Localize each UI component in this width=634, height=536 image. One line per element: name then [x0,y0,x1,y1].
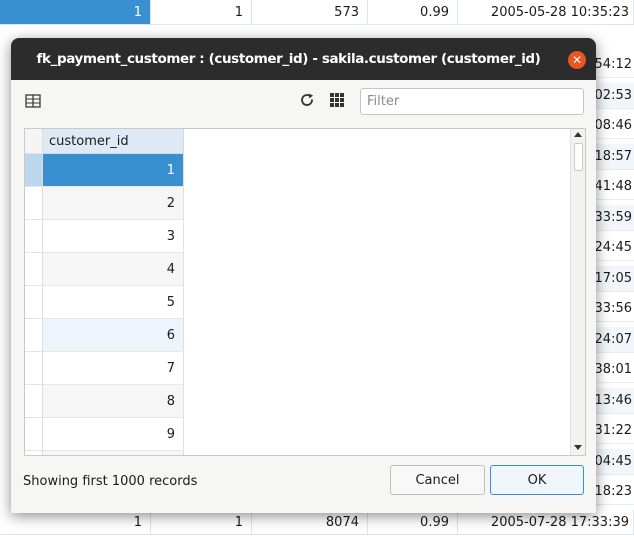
row-header[interactable] [25,451,43,455]
status-text: Showing first 1000 records [23,474,198,489]
filter-input[interactable] [360,88,584,115]
dialog-titlebar[interactable]: fk_payment_customer : (customer_id) - sa… [11,38,596,80]
customer-id-cell[interactable]: 5 [43,286,184,319]
table-cell[interactable]: 2005-05-28 10:35:23 [458,0,634,25]
table-corner[interactable] [25,129,43,154]
customer-id-cell[interactable]: 9 [43,418,184,451]
customer-id-cell[interactable]: 4 [43,253,184,286]
table-cell[interactable]: 0.99 [368,510,458,535]
row-header[interactable] [25,154,43,187]
table-row[interactable]: 2 [25,187,184,220]
row-header[interactable] [25,220,43,253]
customer-id-cell[interactable]: 7 [43,352,184,385]
customer-id-cell[interactable]: 6 [43,319,184,352]
table-row[interactable]: 4 [25,253,184,286]
scroll-up-icon[interactable] [574,132,582,137]
row-header[interactable] [25,253,43,286]
table-cell[interactable]: 573 [252,0,368,25]
vertical-scrollbar[interactable] [570,129,585,455]
close-icon[interactable]: ✕ [568,51,586,69]
customer-id-cell[interactable]: 1 [43,154,184,187]
customer-id-cell[interactable]: 3 [43,220,184,253]
table-row[interactable]: 8 [25,385,184,418]
customer-id-table: customer_id 12345678910 [24,128,586,456]
cancel-button[interactable]: Cancel [390,465,485,495]
table-row[interactable]: 10 [25,451,184,455]
table-row[interactable]: 6 [25,319,184,352]
table-cell[interactable]: 0.99 [368,0,458,25]
table-cell[interactable]: 2005-07-28 17:33:39 [458,510,634,535]
table-cell[interactable]: 1 [0,0,151,25]
row-header[interactable] [25,385,43,418]
table-row[interactable]: 1 1 573 0.99 2005-05-28 10:35:23 [0,0,634,26]
table-row[interactable]: 9 [25,418,184,451]
grid-icon[interactable] [329,92,345,108]
refresh-icon[interactable] [298,91,316,109]
table-row[interactable]: 3 [25,220,184,253]
table-cell[interactable]: 1 [151,510,252,535]
row-header[interactable] [25,352,43,385]
row-header[interactable] [25,319,43,352]
table-cell[interactable]: 1 [151,0,252,25]
table-row[interactable]: 7 [25,352,184,385]
customer-id-cell[interactable]: 8 [43,385,184,418]
table-cell[interactable]: 1 [0,510,151,535]
foreign-key-dialog: fk_payment_customer : (customer_id) - sa… [11,38,596,513]
ok-button[interactable]: OK [490,465,584,495]
dialog-title: fk_payment_customer : (customer_id) - sa… [36,51,541,67]
row-header[interactable] [25,286,43,319]
columns-icon[interactable] [25,93,41,109]
table-row[interactable]: 5 [25,286,184,319]
table-cell[interactable]: 8074 [252,510,368,535]
row-header[interactable] [25,187,43,220]
column-header-customer-id[interactable]: customer_id [43,129,184,154]
row-header[interactable] [25,418,43,451]
scroll-down-icon[interactable] [574,445,582,450]
customer-id-cell[interactable]: 10 [43,451,184,455]
table-row[interactable]: 1 1 8074 0.99 2005-07-28 17:33:39 [0,510,634,536]
scroll-thumb[interactable] [574,143,583,171]
customer-id-cell[interactable]: 2 [43,187,184,220]
table-row[interactable]: 1 [25,154,184,187]
